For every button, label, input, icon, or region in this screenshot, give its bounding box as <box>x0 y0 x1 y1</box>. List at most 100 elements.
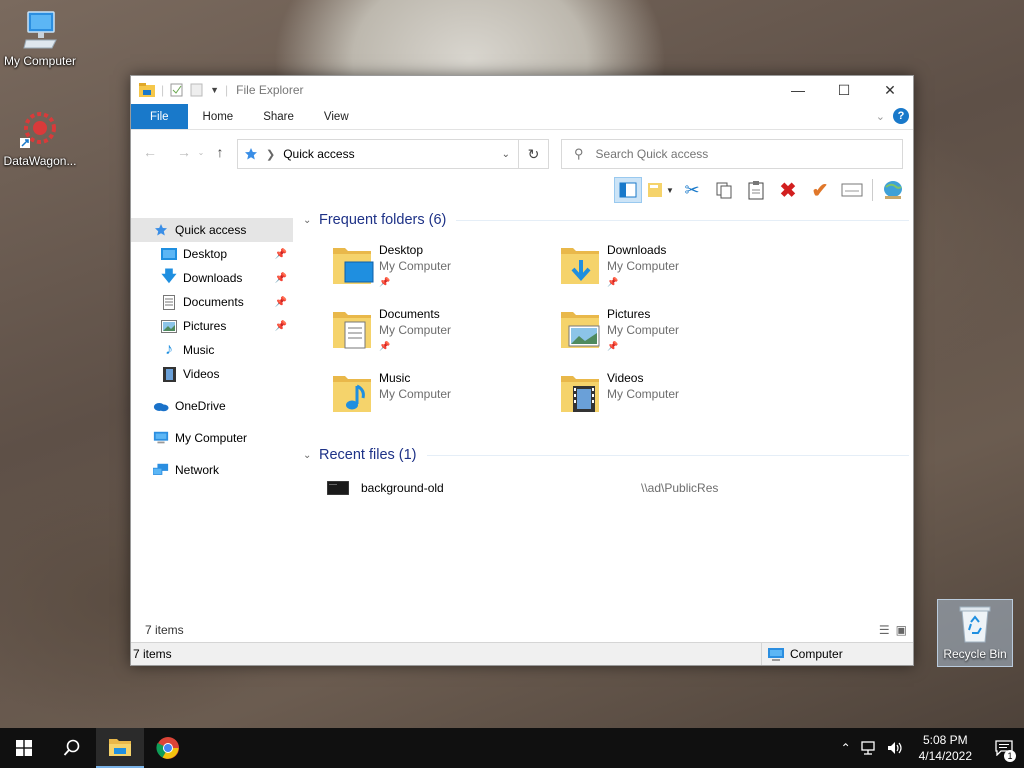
folder-tile-videos[interactable]: Videos My Computer <box>525 370 745 426</box>
title-bar: | ▼ | File Explorer — ☐ ✕ <box>131 76 913 104</box>
videos-icon <box>162 366 176 382</box>
pictures-folder-icon <box>561 312 600 348</box>
nav-label: Documents <box>183 295 244 309</box>
taskbar: ⌃ 5:08 PM 4/14/2022 1 <box>0 728 1024 768</box>
properties-button[interactable] <box>838 177 866 203</box>
windows-logo-icon <box>16 740 32 756</box>
maximize-button[interactable]: ☐ <box>821 76 867 104</box>
start-button[interactable] <box>0 728 48 768</box>
paste-button[interactable] <box>742 177 770 203</box>
nav-my-computer[interactable]: My Computer <box>131 426 293 450</box>
search-taskbar-button[interactable] <box>48 728 96 768</box>
folder-tile-music[interactable]: Music My Computer <box>297 370 517 426</box>
recent-file-row[interactable]: background-old \\ad\PublicRes <box>297 475 913 501</box>
music-icon: ♪ <box>165 341 173 358</box>
folder-tile-pictures[interactable]: Pictures My Computer 📌 <box>525 306 745 362</box>
chrome-icon <box>156 737 179 759</box>
tab-share[interactable]: Share <box>248 104 309 129</box>
folder-name: Videos <box>607 371 644 385</box>
help-icon[interactable]: ? <box>893 108 909 124</box>
copy-button[interactable] <box>710 177 738 203</box>
music-folder-icon <box>333 376 371 412</box>
refresh-button[interactable]: ↻ <box>519 139 549 169</box>
expand-ribbon-icon[interactable]: ⌄ <box>876 110 885 123</box>
pictures-icon <box>161 319 177 333</box>
show-hidden-icons-chevron-icon[interactable]: ⌃ <box>835 741 857 755</box>
search-icon: ⚲ <box>574 146 584 161</box>
nav-label: OneDrive <box>175 399 226 413</box>
close-button[interactable]: ✕ <box>867 76 913 104</box>
search-input[interactable] <box>595 147 876 161</box>
recent-files-header[interactable]: ⌄ Recent files (1) <box>297 443 913 467</box>
desktop-icon-recycle-bin[interactable]: Recycle Bin <box>937 599 1013 667</box>
nav-videos[interactable]: Videos <box>131 362 293 386</box>
notification-count-badge: 1 <box>1004 750 1016 762</box>
network-status-icon[interactable] <box>859 741 881 755</box>
address-dropdown-icon[interactable]: ⌄ <box>502 149 510 160</box>
volume-icon[interactable] <box>885 741 907 755</box>
nav-onedrive[interactable]: OneDrive <box>131 394 293 418</box>
search-box[interactable]: ⚲ <box>561 139 903 169</box>
folder-app-icon <box>139 83 155 97</box>
file-explorer-taskbar-button[interactable] <box>96 728 144 768</box>
nav-quick-access[interactable]: Quick access <box>131 218 293 242</box>
nav-music[interactable]: ♪ Music <box>131 338 293 362</box>
frequent-folders-header[interactable]: ⌄ Frequent folders (6) <box>297 208 913 232</box>
desktop-icon-datawagon[interactable]: DataWagon... <box>0 108 80 168</box>
zone-indicator: Computer <box>761 643 913 665</box>
minimize-button[interactable]: — <box>775 76 821 104</box>
nav-label: Pictures <box>183 319 227 333</box>
nav-documents[interactable]: Documents 📌 <box>131 290 293 314</box>
desktop-folder-icon <box>333 248 374 284</box>
system-tray: ⌃ 5:08 PM 4/14/2022 1 <box>835 728 1024 768</box>
folder-tile-desktop[interactable]: Desktop My Computer 📌 <box>297 242 517 298</box>
pin-icon: 📌 <box>607 341 619 351</box>
tab-home[interactable]: Home <box>188 104 249 129</box>
action-center-button[interactable]: 1 <box>984 728 1024 768</box>
status-item-count: 7 items <box>133 647 172 661</box>
chrome-taskbar-button[interactable] <box>144 728 192 768</box>
frequent-folders-grid: Desktop My Computer 📌 Downloads My Compu… <box>297 232 913 442</box>
folder-location: My Computer <box>379 387 452 401</box>
forward-button[interactable]: → <box>173 144 195 160</box>
quick-access-toolbar: | ▼ | <box>139 83 228 97</box>
scissors-icon: ✂ <box>684 179 700 200</box>
datawagon-icon <box>20 112 56 148</box>
address-bar[interactable]: ❯ Quick access ⌄ <box>237 139 519 169</box>
item-count: 7 items <box>145 623 184 637</box>
pin-icon: 📌 <box>274 320 287 332</box>
pin-icon: 📌 <box>274 272 287 284</box>
new-item-button[interactable]: ▼ <box>646 177 674 203</box>
customize-qat-icon[interactable]: ▼ <box>210 85 219 95</box>
downloads-icon: 🡇 <box>161 267 177 285</box>
delete-button[interactable]: ✖ <box>774 177 802 203</box>
preview-pane-button[interactable] <box>614 177 642 203</box>
nav-desktop[interactable]: Desktop 📌 <box>131 242 293 266</box>
folder-tile-downloads[interactable]: Downloads My Computer 📌 <box>525 242 745 298</box>
command-toolbar: ▼ ✂ ✖ ✔ <box>131 174 913 206</box>
nav-label: Music <box>183 343 215 357</box>
recent-locations-icon[interactable]: ⌄ <box>195 148 207 157</box>
properties-icon[interactable] <box>170 83 184 97</box>
folder-location: My Computer <box>607 259 680 273</box>
clock-date: 4/14/2022 <box>918 749 972 763</box>
cut-button[interactable]: ✂ <box>678 177 706 203</box>
large-icons-view-icon[interactable]: ▣ <box>896 623 907 637</box>
folder-tile-documents[interactable]: Documents My Computer 📌 <box>297 306 517 362</box>
back-button[interactable]: ← <box>139 144 161 160</box>
new-folder-icon[interactable] <box>190 83 204 97</box>
nav-downloads[interactable]: 🡇 Downloads 📌 <box>131 266 293 290</box>
nav-pictures[interactable]: Pictures 📌 <box>131 314 293 338</box>
desktop-icon-my-computer[interactable]: My Computer <box>0 10 80 68</box>
pin-icon: 📌 <box>607 277 619 287</box>
up-button[interactable]: ↑ <box>209 144 231 160</box>
computer-icon <box>23 11 57 49</box>
tab-view[interactable]: View <box>309 104 364 129</box>
clock-time: 5:08 PM <box>922 733 968 747</box>
clock[interactable]: 5:08 PM 4/14/2022 <box>919 732 972 764</box>
network-globe-button[interactable] <box>879 177 907 203</box>
nav-network[interactable]: Network <box>131 458 293 482</box>
details-view-icon[interactable]: ☰ <box>879 623 890 637</box>
rename-button[interactable]: ✔ <box>806 177 834 203</box>
tab-file[interactable]: File <box>131 104 188 129</box>
